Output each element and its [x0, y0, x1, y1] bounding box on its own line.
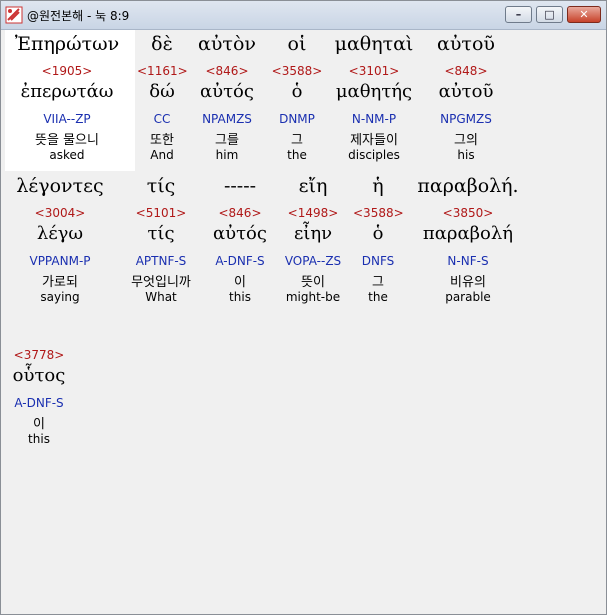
lemma: παραβολή	[422, 223, 514, 244]
greek-word[interactable]: δὲ	[137, 33, 187, 55]
lemma: ὁ	[291, 81, 303, 102]
greek-word[interactable]: αὐτὸν	[191, 33, 263, 55]
english-gloss: might-be	[285, 290, 341, 304]
korean-gloss: 그를	[215, 133, 239, 148]
parsing-code: DNMP	[279, 112, 315, 126]
english-gloss: his	[457, 148, 475, 162]
greek-word[interactable]: παραβολή.	[409, 175, 527, 197]
title-bar[interactable]: @원전본해 - 눅 8:9 – □ ✕	[1, 1, 606, 30]
english-gloss: the	[287, 148, 307, 162]
lemma: εἶην	[293, 223, 333, 244]
parsing-code: A-DNF-S	[215, 254, 265, 268]
parsing-code: DNFS	[361, 254, 395, 268]
english-gloss: And	[150, 148, 174, 162]
korean-gloss: 비유의	[450, 275, 486, 290]
strong-number[interactable]: <3588>	[353, 206, 404, 220]
english-gloss: What	[145, 290, 177, 304]
minimize-button[interactable]: –	[505, 6, 532, 23]
parsing-code: NPGMZS	[440, 112, 492, 126]
english-gloss: asked	[49, 148, 85, 162]
parsing-code: VOPA--ZS	[284, 254, 342, 268]
korean-gloss: 뜻을 물으니	[35, 133, 99, 148]
english-gloss: saying	[40, 290, 80, 304]
greek-word[interactable]: αὐτοῦ	[423, 33, 509, 55]
korean-gloss: 그	[291, 133, 303, 148]
strong-number[interactable]: <846>	[205, 206, 275, 220]
greek-word[interactable]: εἴη	[275, 175, 351, 197]
korean-gloss: 그의	[454, 133, 478, 148]
korean-gloss: 제자들이	[350, 133, 398, 148]
parsing-code: VIIA--ZP	[43, 112, 91, 126]
strong-number[interactable]: <3101>	[330, 64, 418, 78]
english-gloss: disciples	[348, 148, 400, 162]
parsing-code: CC	[153, 112, 171, 126]
interlinear-view: Ἐπηρώτων <1905> ἐπερωτάω VIIA--ZP 뜻을 물으니…	[5, 30, 604, 612]
parsing-code: VPPANM-P	[29, 254, 91, 268]
strong-number[interactable]: <3778>	[8, 348, 70, 362]
window-title: @원전본해 - 눅 8:9	[27, 9, 130, 23]
lemma: λέγω	[36, 223, 84, 244]
korean-gloss: 뜻이	[301, 275, 325, 290]
korean-gloss: 그	[372, 275, 384, 290]
greek-word[interactable]: ἡ	[353, 175, 403, 197]
english-gloss: parable	[445, 290, 491, 304]
lemma: αὐτοῦ	[438, 81, 494, 102]
greek-word[interactable]: μαθηταὶ	[330, 33, 418, 55]
greek-word[interactable]: τίς	[117, 175, 205, 197]
greek-word[interactable]: οἱ	[267, 33, 327, 55]
parsing-code: NPAMZS	[202, 112, 252, 126]
lemma: ἐπερωτάω	[20, 81, 114, 102]
english-gloss: the	[368, 290, 388, 304]
english-gloss: this	[28, 432, 50, 446]
english-gloss: him	[215, 148, 239, 162]
strong-number[interactable]: <1161>	[137, 64, 188, 78]
strong-number[interactable]: <1498>	[275, 206, 351, 220]
korean-gloss: 이	[33, 417, 45, 432]
strong-number[interactable]: <3850>	[409, 206, 527, 220]
minimize-icon: –	[515, 8, 522, 21]
strong-number[interactable]: <846>	[191, 64, 263, 78]
parsing-code: APTNF-S	[135, 254, 187, 268]
lemma: δώ	[149, 81, 175, 102]
maximize-icon: □	[544, 8, 555, 21]
greek-word[interactable]: Ἐπηρώτων	[8, 33, 126, 55]
lemma: ὁ	[372, 223, 384, 244]
parsing-code: N-NF-S	[447, 254, 489, 268]
english-gloss: this	[229, 290, 251, 304]
strong-number[interactable]: <3004>	[8, 206, 112, 220]
lemma: αὐτός	[200, 81, 254, 102]
parsing-code: A-DNF-S	[14, 396, 64, 410]
close-button[interactable]: ✕	[567, 6, 601, 23]
strong-number[interactable]: <848>	[423, 64, 509, 78]
greek-word[interactable]: λέγοντες	[8, 175, 112, 197]
lemma: οὗτος	[12, 365, 66, 386]
lemma: μαθητής	[335, 81, 413, 102]
greek-word[interactable]: -----	[205, 175, 275, 197]
maximize-button[interactable]: □	[536, 6, 563, 23]
close-icon: ✕	[579, 8, 589, 21]
korean-gloss: 이	[234, 275, 246, 290]
korean-gloss: 가로되	[42, 275, 78, 290]
strong-number[interactable]: <5101>	[117, 206, 205, 220]
app-window: @원전본해 - 눅 8:9 – □ ✕ Ἐπηρώτων <1905> ἐπερ…	[0, 0, 607, 615]
korean-gloss: 무엇입니까	[131, 275, 191, 290]
lemma: τίς	[147, 223, 175, 244]
app-icon	[5, 6, 23, 24]
korean-gloss: 또한	[150, 133, 174, 148]
parsing-code: N-NM-P	[351, 112, 397, 126]
strong-number[interactable]: <3588>	[267, 64, 327, 78]
strong-number[interactable]: <1905>	[8, 64, 126, 78]
lemma: αὐτός	[213, 223, 267, 244]
